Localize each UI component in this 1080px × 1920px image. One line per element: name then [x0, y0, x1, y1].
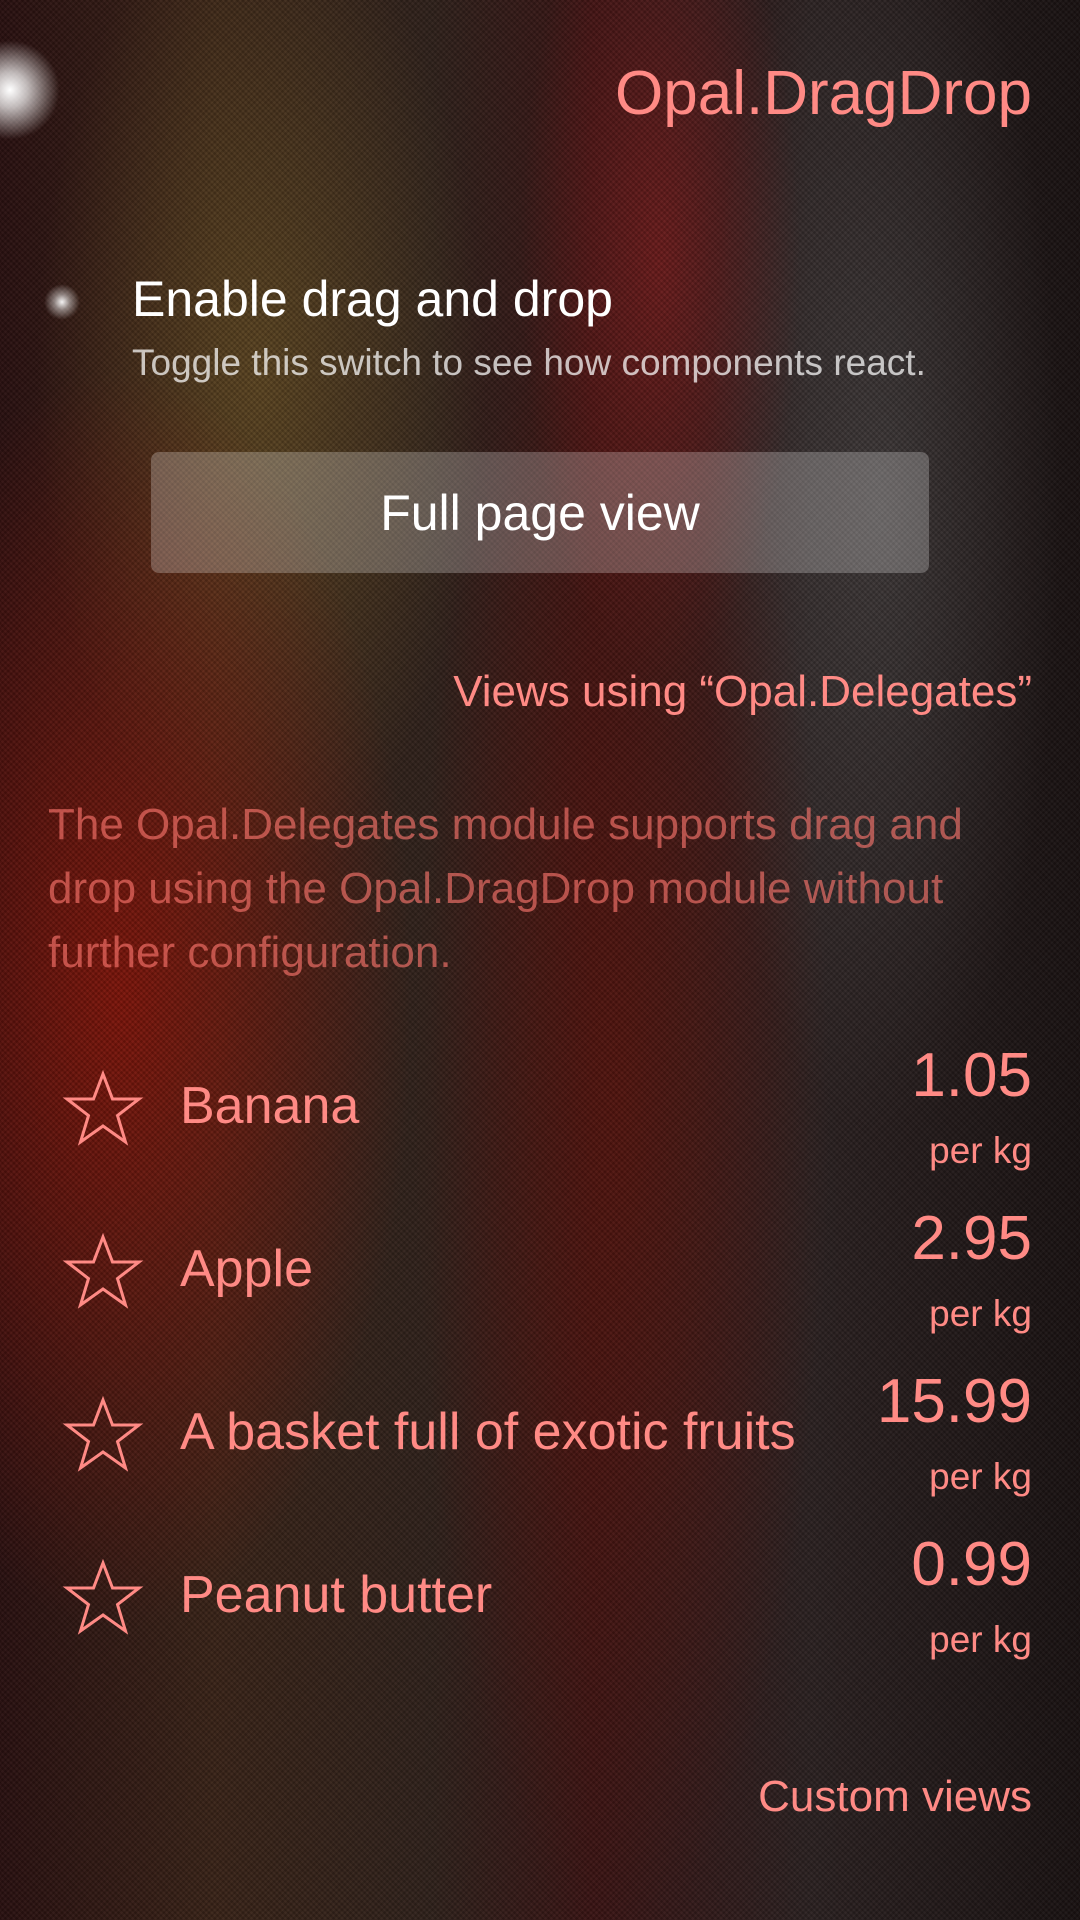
item-unit: per kg	[929, 1293, 1032, 1334]
item-name: A basket full of exotic fruits	[180, 1403, 796, 1461]
page-title: Opal.DragDrop	[615, 59, 1032, 128]
item-name: Peanut butter	[180, 1566, 493, 1624]
list-item[interactable]: A basket full of exotic fruits 15.99 per…	[0, 1366, 1080, 1529]
list-item[interactable]: Banana 1.05 per kg	[0, 1040, 1080, 1203]
item-name: Apple	[180, 1240, 313, 1298]
full-page-view-button[interactable]: Full page view	[151, 452, 929, 573]
item-price: 2.95	[911, 1204, 1032, 1273]
items-list: Banana 1.05 per kg Apple 2.95 per kg A b…	[0, 1040, 1080, 1692]
item-unit: per kg	[929, 1130, 1032, 1171]
section-description: The Opal.Delegates module supports drag …	[48, 800, 963, 977]
full-page-view-button-label: Full page view	[380, 484, 700, 541]
item-name: Banana	[180, 1077, 360, 1135]
item-price: 1.05	[911, 1041, 1032, 1110]
switch-indicator-icon[interactable]	[44, 284, 80, 320]
item-price: 15.99	[876, 1367, 1032, 1436]
item-unit: per kg	[929, 1619, 1032, 1660]
switch-description: Toggle this switch to see how components…	[132, 342, 926, 383]
star-icon[interactable]	[62, 1070, 144, 1148]
drag-drop-switch[interactable]: Enable drag and drop Toggle this switch …	[40, 270, 1040, 400]
list-item[interactable]: Apple 2.95 per kg	[0, 1203, 1080, 1366]
section-header-custom-views: Custom views	[758, 1772, 1032, 1821]
star-icon[interactable]	[62, 1559, 144, 1637]
star-icon[interactable]	[62, 1233, 144, 1311]
list-item[interactable]: Peanut butter 0.99 per kg	[0, 1529, 1080, 1692]
star-icon[interactable]	[62, 1396, 144, 1474]
item-price: 0.99	[911, 1530, 1032, 1599]
switch-label: Enable drag and drop	[132, 271, 613, 327]
item-unit: per kg	[929, 1456, 1032, 1497]
section-header-delegates: Views using “Opal.Delegates”	[453, 667, 1032, 716]
